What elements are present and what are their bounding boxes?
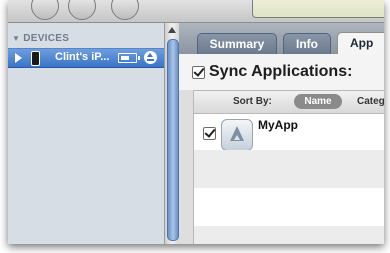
sync-applications-label: Sync Applications: xyxy=(209,63,353,80)
back-button[interactable] xyxy=(31,0,59,20)
devices-header[interactable]: ▼ DEVICES xyxy=(12,33,69,44)
empty-row xyxy=(194,150,384,188)
status-display xyxy=(252,0,384,18)
disclosure-triangle-icon[interactable]: ▼ xyxy=(12,34,20,43)
tab-info[interactable]: Info xyxy=(283,33,331,54)
sidebar: ▼ DEVICES Clint's iP... xyxy=(8,23,164,244)
main-content: Summary Info App Sync Applications: Sort… xyxy=(179,23,384,244)
itunes-window: ▼ DEVICES Clint's iP... Summary Info App … xyxy=(8,0,384,244)
sort-bar: Sort By: Name Categ xyxy=(194,91,384,114)
sort-by-label: Sort By: xyxy=(233,96,272,107)
tab-applications[interactable]: App xyxy=(337,32,384,55)
tab-summary[interactable]: Summary xyxy=(197,33,277,54)
sync-applications-row: Sync Applications: xyxy=(179,54,384,90)
device-name: Clint's iP... xyxy=(55,51,110,63)
sidebar-scrollbar[interactable] xyxy=(164,23,179,244)
play-button[interactable] xyxy=(68,0,96,20)
app-name: MyApp xyxy=(258,118,298,132)
list-item[interactable]: MyApp xyxy=(194,114,384,151)
tab-bar: Summary Info App xyxy=(179,23,384,55)
iphone-icon xyxy=(31,51,40,66)
expand-triangle-icon[interactable] xyxy=(15,53,22,63)
battery-icon xyxy=(118,53,140,63)
app-checkbox[interactable] xyxy=(203,126,216,140)
sync-applications-checkbox[interactable] xyxy=(192,65,205,79)
empty-row xyxy=(194,188,384,226)
toolbar xyxy=(8,0,384,23)
sort-category-button[interactable]: Categ xyxy=(357,96,384,107)
forward-button[interactable] xyxy=(111,0,139,20)
empty-row xyxy=(194,226,384,244)
devices-label: DEVICES xyxy=(23,33,70,44)
sidebar-item-device[interactable]: Clint's iP... xyxy=(8,48,164,68)
scrollbar-thumb[interactable] xyxy=(167,39,179,241)
scroll-up-arrow-icon[interactable] xyxy=(168,27,176,33)
applications-list-panel: Sort By: Name Categ MyApp xyxy=(193,90,384,244)
eject-icon[interactable] xyxy=(144,51,157,64)
app-store-icon xyxy=(221,119,253,151)
sort-name-button[interactable]: Name xyxy=(294,94,342,109)
